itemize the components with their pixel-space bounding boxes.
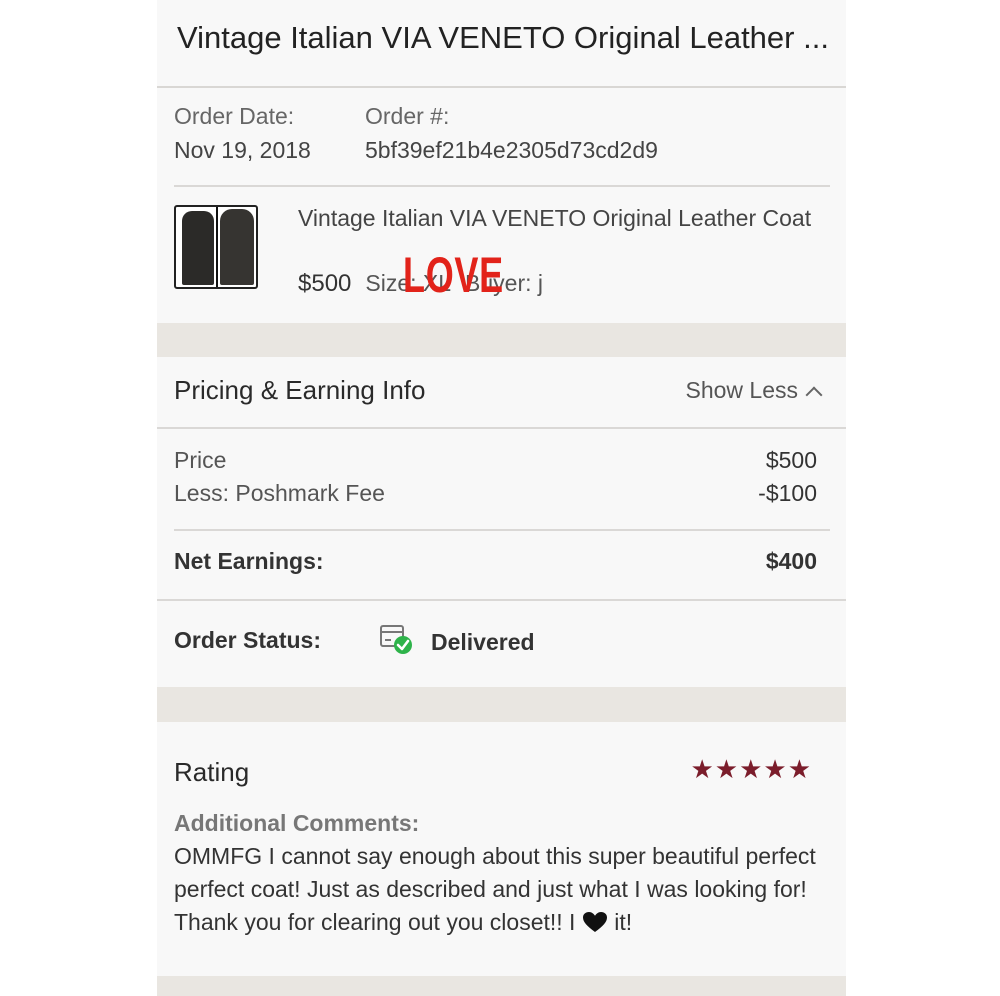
star-rating: ★★★★★ [690, 754, 812, 784]
show-less-toggle[interactable]: Show Less [685, 377, 823, 404]
pricing-section: Pricing & Earning Info Show Less Price $… [157, 357, 846, 687]
net-earnings-label: Net Earnings: [174, 548, 324, 574]
love-sticker-overlay: LOVE [403, 247, 504, 303]
rating-title: Rating [174, 757, 250, 787]
divider [174, 529, 830, 531]
fee-value: -$100 [758, 480, 817, 506]
item-price: $500 [298, 270, 352, 297]
divider [157, 599, 846, 601]
price-label: Price [174, 447, 227, 473]
divider [174, 185, 830, 187]
comment-end: it! [607, 909, 633, 935]
comment-text: OMMFG I cannot say enough about this sup… [174, 840, 834, 939]
listing-header: Vintage Italian VIA VENETO Original Leat… [157, 0, 846, 88]
order-number-value: 5bf39ef21b4e2305d73cd2d9 [365, 137, 658, 163]
order-number-label: Order #: [365, 103, 450, 129]
order-status-label: Order Status: [174, 627, 321, 653]
pricing-title: Pricing & Earning Info [174, 375, 426, 405]
divider [157, 427, 846, 429]
order-date-label: Order Date: [174, 103, 295, 129]
item-title[interactable]: Vintage Italian VIA VENETO Original Leat… [298, 202, 828, 235]
order-date-value: Nov 19, 2018 [174, 137, 311, 163]
net-earnings-value: $400 [765, 548, 817, 574]
price-value: $500 [765, 447, 817, 473]
delivered-box-icon [380, 625, 412, 654]
chevron-up-icon [805, 386, 823, 404]
fee-label: Less: Poshmark Fee [174, 480, 385, 506]
screen: Vintage Italian VIA VENETO Original Leat… [157, 0, 846, 996]
black-heart-icon [582, 912, 607, 932]
comment-body: OMMFG I cannot say enough about this sup… [174, 843, 816, 935]
rating-section: Rating ★★★★★ Additional Comments: OMMFG … [157, 722, 846, 976]
show-less-label: Show Less [685, 377, 798, 403]
comments-label: Additional Comments: [174, 810, 420, 836]
listing-title: Vintage Italian VIA VENETO Original Leat… [177, 20, 829, 55]
item-thumbnail[interactable] [174, 205, 258, 289]
order-status-value: Delivered [431, 629, 535, 655]
